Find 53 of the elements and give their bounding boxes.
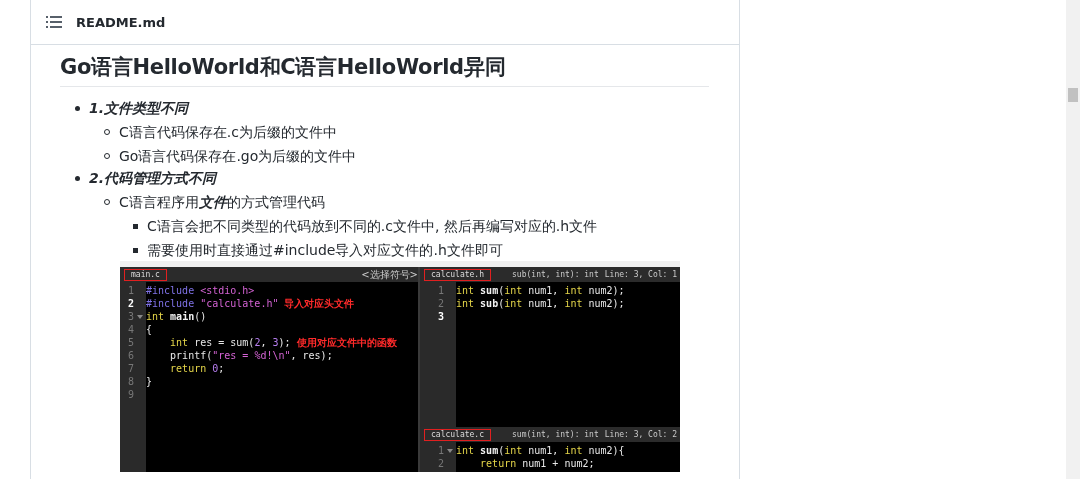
cursor-position: Line: 3, Col: 2 xyxy=(604,430,677,439)
line-number: 1 xyxy=(436,445,444,456)
code-line: int main() xyxy=(146,311,207,322)
symbol-selector[interactable]: <选择符号> xyxy=(361,267,418,282)
fold-icon[interactable] xyxy=(447,448,453,453)
file-tab[interactable]: calculate.c xyxy=(424,428,491,441)
scrollbar-thumb[interactable] xyxy=(1068,88,1078,102)
line-number: 2 xyxy=(436,458,444,469)
code-line: return 0; xyxy=(169,363,225,374)
code-line: } xyxy=(146,376,153,387)
list-item-text: 2.代码管理方式不同 xyxy=(89,169,217,188)
code-line: return num1 + num2; xyxy=(479,458,595,469)
list-item-text: C语言会把不同类型的代码放到不同的.c文件中, 然后再编写对应的.h文件 xyxy=(147,217,598,236)
code-line: #include "calculate.h" xyxy=(146,298,279,309)
fold-icon[interactable] xyxy=(137,314,143,319)
line-number: 7 xyxy=(126,363,134,374)
code-line: int res = sum(2, 3); xyxy=(169,337,291,348)
symbol-selector[interactable]: sum(int, int): int xyxy=(512,430,599,439)
line-number: 6 xyxy=(126,350,134,361)
bullet-icon xyxy=(133,223,138,229)
line-number: 2 xyxy=(436,298,444,309)
annotation-text: 使用对应文件中的函数 xyxy=(296,335,397,350)
line-number: 4 xyxy=(126,324,134,335)
annotation-text: 导入对应头文件 xyxy=(284,296,355,311)
code-line: printf("res = %d!\n", res); xyxy=(169,350,333,361)
line-number: 8 xyxy=(126,376,134,387)
line-number: 1 xyxy=(126,285,134,296)
list-icon[interactable] xyxy=(46,16,62,28)
line-number: 5 xyxy=(126,337,134,348)
line-number: 3 xyxy=(126,311,134,322)
code-line: int sum(int num1, int num2); xyxy=(456,285,625,296)
list-item-text: C语言代码保存在.c为后缀的文件中 xyxy=(119,123,337,142)
file-tab[interactable]: main.c xyxy=(124,268,167,281)
code-line: #include <stdio.h> xyxy=(146,285,255,296)
code-line: int sub(int num1, int num2); xyxy=(456,298,625,309)
file-title: README.md xyxy=(76,14,166,30)
cursor-position: Line: 3, Col: 1 xyxy=(604,270,677,279)
section-heading: Go语言HelloWorld和C语言HelloWorld异同 xyxy=(60,53,709,87)
line-number: 3 xyxy=(436,311,444,322)
line-number: 1 xyxy=(436,285,444,296)
list-item-text: 需要使用时直接通过#include导入对应文件的.h文件即可 xyxy=(147,241,503,260)
bullet-icon xyxy=(133,247,138,253)
line-number: 9 xyxy=(126,389,134,400)
file-tab[interactable]: calculate.h xyxy=(424,268,491,281)
code-line: { xyxy=(146,324,153,335)
code-line: int sum(int num1, int num2){ xyxy=(456,445,625,456)
list-item-text: C语言程序用文件的方式管理代码 xyxy=(119,193,325,212)
list-item-text: 1.文件类型不同 xyxy=(89,99,189,118)
line-number: 2 xyxy=(126,298,134,309)
bullet-icon xyxy=(75,175,80,181)
list-item-text: Go语言代码保存在.go为后缀的文件中 xyxy=(119,147,357,166)
bullet-icon xyxy=(75,105,80,111)
symbol-selector[interactable]: sub(int, int): int xyxy=(512,270,599,279)
